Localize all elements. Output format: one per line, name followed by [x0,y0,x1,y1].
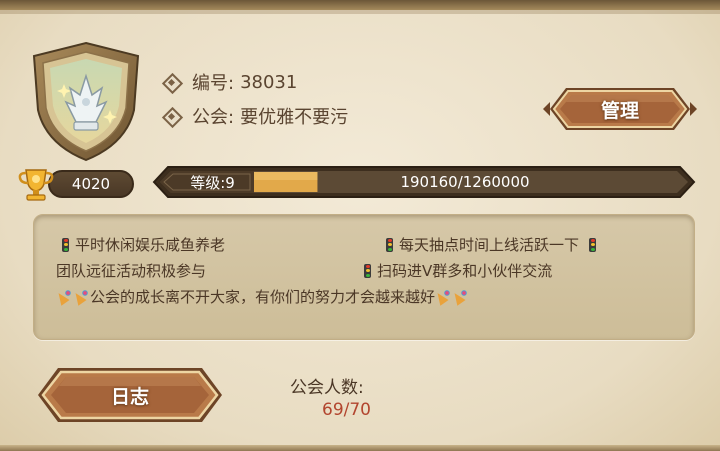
traffic-light-icon [62,237,69,252]
notice-line-3: 公会的成长离不开大家，有你们的努力才会越来越好 [56,286,469,307]
trophy-badge: 4020 [16,166,134,202]
member-count-label: 公会人数: [290,378,364,398]
level-label: 等级:9 [190,173,235,192]
party-popper-icon [452,289,468,305]
guild-notice-board: 平时休闲娱乐咸鱼养老 每天抽点时间上线活跃一下 团队远征活动积极参与 扫码进V群… [33,214,695,340]
member-count-value: 69/70 [322,400,371,420]
manage-button-label: 管理 [600,99,639,122]
notice-text: 平时休闲娱乐咸鱼养老 [75,236,226,254]
notice-line-1-right: 每天抽点时间上线活跃一下 [386,234,597,255]
notice-text: 每天抽点时间上线活跃一下 [399,236,580,254]
top-border [0,0,720,14]
notice-line-2-right: 扫码进V群多和小伙伴交流 [364,260,552,281]
traffic-light-icon [364,263,371,278]
party-popper-icon [56,289,72,305]
guild-id-value: 38031 [240,71,298,93]
log-button-label: 日志 [110,385,149,408]
level-exp-text: 190160/1260000 [400,173,530,191]
diamond-bullet-icon [164,109,178,123]
notice-text: 团队远征活动积极参与 [56,262,207,280]
guild-name-row: 公会: 要优雅不要污 [164,103,348,129]
traffic-light-icon [386,237,393,252]
bottom-border [0,445,720,451]
manage-button[interactable]: 管理 [540,84,700,134]
trophy-value: 4020 [48,170,134,198]
notice-line-2-left: 团队远征活动积极参与 [56,260,206,281]
party-popper-icon [73,289,89,305]
notice-text: 公会的成长离不开大家，有你们的努力才会越来越好 [90,288,436,306]
trophy-icon [18,169,54,201]
party-popper-icon [435,289,451,305]
traffic-light-icon [589,237,597,252]
guild-id-label: 编号: [192,73,235,94]
guild-shield-crown-icon[interactable] [30,40,142,164]
notice-line-1-left: 平时休闲娱乐咸鱼养老 [62,234,225,255]
guild-name-value: 要优雅不要污 [240,107,349,128]
guild-name-label: 公会: [192,107,235,128]
diamond-bullet-icon [164,75,178,89]
notice-text: 扫码进V群多和小伙伴交流 [377,262,553,280]
guild-info-panel: 编号: 38031 公会: 要优雅不要污 管理 4020 等级:9 190160… [0,0,720,451]
guild-id-row: 编号: 38031 [164,69,297,95]
log-button[interactable]: 日志 [32,364,228,426]
